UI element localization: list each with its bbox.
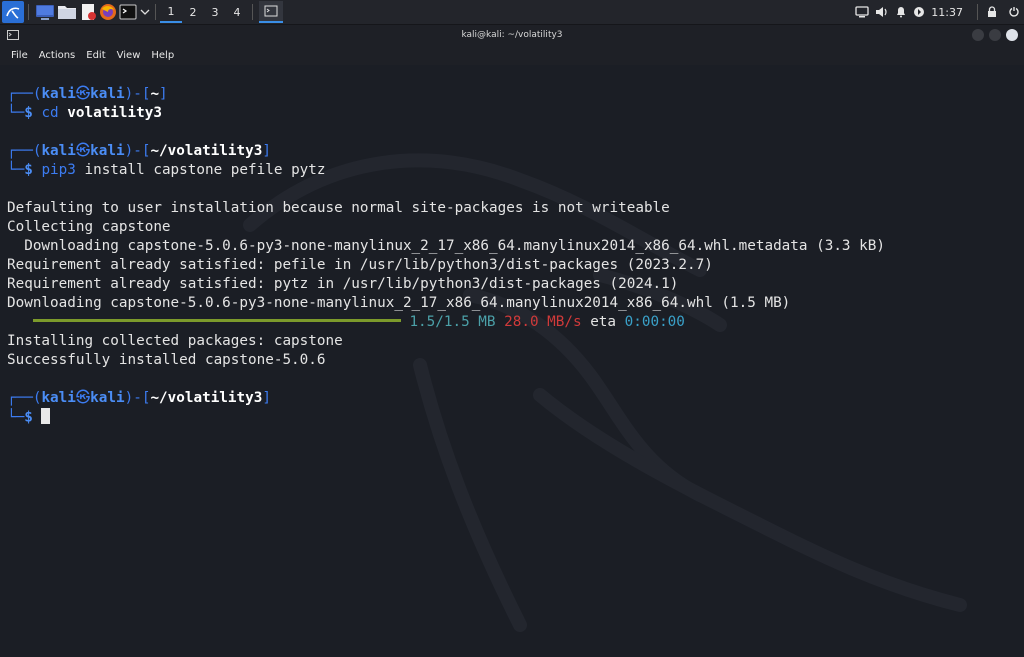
panel-separator	[252, 4, 253, 20]
command: pip3	[41, 162, 76, 178]
display-icon[interactable]	[855, 6, 869, 18]
text-editor-button[interactable]	[79, 1, 97, 23]
panel-separator	[977, 4, 978, 20]
prompt-dir: ~/volatility3	[150, 390, 263, 406]
prompt-user: kali	[41, 86, 76, 102]
lock-icon[interactable]	[986, 6, 998, 18]
chevron-down-icon	[140, 9, 150, 15]
terminal-scrollbar[interactable]	[1012, 65, 1024, 657]
terminal-icon	[119, 4, 137, 20]
text-editor-icon	[82, 4, 96, 20]
terminal-window-icon	[264, 5, 278, 17]
output-line: Requirement already satisfied: pytz in /…	[7, 276, 679, 292]
show-desktop-button[interactable]	[35, 1, 55, 23]
prompt-dir: ~	[150, 86, 160, 102]
prompt-symbol: $	[24, 105, 33, 121]
volume-icon[interactable]	[875, 6, 889, 18]
workspace-2[interactable]: 2	[182, 1, 204, 23]
top-panel: 1 2 3 4 11:37	[0, 0, 1024, 25]
prompt-symbol: $	[24, 409, 33, 426]
command-args: install capstone pefile pytz	[84, 162, 326, 178]
system-tray: 11:37	[855, 0, 1020, 24]
window-titlebar[interactable]: kali@kali: ~/volatility3	[0, 25, 1024, 45]
output-line: Collecting capstone	[7, 219, 171, 235]
menu-help[interactable]: Help	[151, 50, 174, 61]
workspace-3[interactable]: 3	[204, 1, 226, 23]
firefox-icon	[100, 4, 116, 20]
menu-file[interactable]: File	[11, 50, 28, 61]
command-line: └─$ cd volatility3	[7, 105, 162, 121]
power-manager-icon[interactable]	[913, 6, 925, 18]
prompt-line: ┌──(kali㉿kali)-[~/volatility3]	[7, 390, 271, 406]
file-manager-button[interactable]	[57, 1, 77, 23]
workspace-4[interactable]: 4	[226, 1, 248, 23]
kali-menu-icon	[2, 1, 24, 23]
progress-eta-label: eta	[590, 314, 617, 330]
progress-line: 1.5/1.5 MB 28.0 MB/s eta 0:00:00	[7, 313, 685, 332]
text-cursor	[41, 408, 51, 424]
notification-bell-icon[interactable]	[895, 6, 907, 18]
desktop-icon	[36, 5, 54, 20]
minimize-button[interactable]	[972, 29, 984, 41]
output-line: Installing collected packages: capstone	[7, 333, 343, 349]
firefox-button[interactable]	[99, 1, 117, 23]
prompt-host: kali	[90, 143, 125, 159]
progress-eta: 0:00:00	[624, 314, 685, 330]
clock[interactable]: 11:37	[931, 6, 963, 19]
output-line: Downloading capstone-5.0.6-py3-none-many…	[7, 238, 885, 254]
prompt-host: kali	[90, 86, 125, 102]
prompt-line: ┌──(kali㉿kali)-[~/volatility3]	[7, 143, 271, 159]
terminal-window-icon	[7, 30, 19, 40]
prompt-symbol: $	[24, 162, 33, 178]
menu-actions[interactable]: Actions	[39, 50, 76, 61]
panel-separator	[28, 4, 29, 20]
menu-edit[interactable]: Edit	[86, 50, 105, 61]
menu-view[interactable]: View	[117, 50, 141, 61]
close-button[interactable]	[1006, 29, 1018, 41]
window-title: kali@kali: ~/volatility3	[461, 30, 563, 40]
command-args: volatility3	[67, 105, 162, 121]
terminal-area[interactable]: ┌──(kali㉿kali)-[~] └─$ cd volatility3 ┌─…	[0, 65, 1012, 657]
progress-bar	[32, 319, 401, 322]
logout-icon[interactable]	[1008, 6, 1020, 18]
kali-menu-button[interactable]	[2, 1, 24, 23]
workspace-1[interactable]: 1	[160, 1, 182, 23]
command-line: └─$ pip3 install capstone pefile pytz	[7, 162, 326, 178]
terminal-launcher-button[interactable]	[119, 1, 137, 23]
maximize-button[interactable]	[989, 29, 1001, 41]
prompt-user: kali	[41, 143, 76, 159]
prompt-line: ┌──(kali㉿kali)-[~]	[7, 86, 168, 102]
prompt-dir: ~/volatility3	[150, 143, 263, 159]
panel-separator	[155, 4, 156, 20]
output-line: Downloading capstone-5.0.6-py3-none-many…	[7, 295, 791, 311]
prompt-user: kali	[41, 390, 76, 406]
progress-size: 1.5/1.5 MB	[409, 314, 496, 330]
launcher-dropdown-button[interactable]	[139, 1, 151, 23]
command-line: └─$	[7, 408, 51, 427]
prompt-host: kali	[90, 390, 125, 406]
output-line: Defaulting to user installation because …	[7, 200, 670, 216]
files-icon	[58, 6, 76, 19]
taskbar-window-terminal[interactable]	[259, 1, 283, 23]
output-line: Successfully installed capstone-5.0.6	[7, 352, 326, 368]
menu-bar: File Actions Edit View Help	[0, 45, 1024, 65]
progress-speed: 28.0 MB/s	[504, 314, 582, 330]
command: cd	[41, 105, 59, 121]
output-line: Requirement already satisfied: pefile in…	[7, 257, 713, 273]
